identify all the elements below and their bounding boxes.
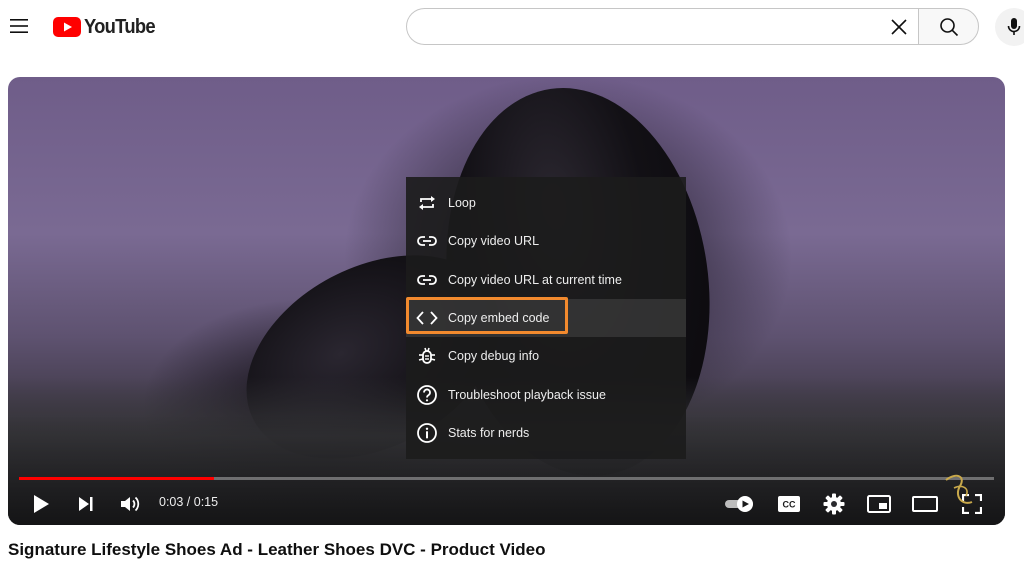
search-input[interactable] <box>423 9 877 46</box>
info-icon <box>416 422 438 444</box>
miniplayer-icon <box>867 495 891 513</box>
play-icon <box>34 495 49 513</box>
link-icon <box>416 230 438 252</box>
mute-button[interactable] <box>116 489 144 519</box>
channel-watermark-icon <box>945 474 973 504</box>
context-menu-item-loop[interactable]: Loop <box>406 184 686 222</box>
context-menu-item-copy-debug-info[interactable]: Copy debug info <box>406 337 686 375</box>
search-box[interactable] <box>406 8 918 46</box>
help-icon <box>416 384 438 406</box>
search-button[interactable] <box>918 8 979 45</box>
svg-text:CC: CC <box>783 500 796 510</box>
loop-icon <box>416 192 438 214</box>
youtube-play-logo-icon <box>53 17 81 37</box>
miniplayer-button[interactable] <box>864 489 894 519</box>
context-menu: Loop Copy video URL Copy video URL at cu… <box>406 177 686 459</box>
logo-text: YouTube <box>84 15 156 38</box>
context-menu-item-label: Loop <box>448 196 476 211</box>
time-display: 0:03 / 0:15 <box>159 495 219 509</box>
progress-bar[interactable] <box>19 477 994 480</box>
context-menu-item-troubleshoot-playback[interactable]: Troubleshoot playback issue <box>406 375 686 413</box>
microphone-icon <box>1007 18 1021 35</box>
context-menu-item-label: Stats for nerds <box>448 425 530 440</box>
settings-button[interactable] <box>820 489 848 519</box>
voice-search-button[interactable] <box>995 8 1024 46</box>
hamburger-menu-button[interactable] <box>4 11 34 41</box>
youtube-logo[interactable]: YouTube <box>53 15 161 39</box>
context-menu-item-label: Copy debug info <box>448 349 540 364</box>
context-menu-item-copy-video-url-at-time[interactable]: Copy video URL at current time <box>406 261 686 299</box>
gear-icon <box>823 493 845 515</box>
embed-code-icon <box>416 307 438 329</box>
link-icon <box>416 269 438 291</box>
closed-captions-icon: CC <box>778 496 800 512</box>
hamburger-menu-icon <box>10 19 28 33</box>
progress-bar-played <box>19 477 214 480</box>
context-menu-item-label: Troubleshoot playback issue <box>448 387 606 402</box>
autoplay-toggle-icon <box>725 496 753 512</box>
next-button[interactable] <box>73 489 99 519</box>
context-menu-item-copy-video-url[interactable]: Copy video URL <box>406 222 686 260</box>
close-icon <box>891 19 907 35</box>
context-menu-item-label: Copy embed code <box>448 311 550 326</box>
volume-icon <box>121 496 140 512</box>
clear-search-button[interactable] <box>886 14 912 40</box>
play-button[interactable] <box>28 489 54 519</box>
context-menu-item-label: Copy video URL <box>448 234 540 249</box>
context-menu-item-label: Copy video URL at current time <box>448 272 622 287</box>
search-icon <box>939 17 958 36</box>
bug-icon <box>416 345 438 367</box>
autoplay-toggle[interactable] <box>722 489 758 519</box>
video-title: Signature Lifestyle Shoes Ad - Leather S… <box>8 540 546 559</box>
subtitles-button[interactable]: CC <box>774 489 804 519</box>
theater-mode-icon <box>912 496 938 512</box>
skip-next-icon <box>79 497 93 511</box>
context-menu-item-copy-embed-code[interactable]: Copy embed code <box>406 298 686 338</box>
context-menu-item-stats-for-nerds[interactable]: Stats for nerds <box>406 414 686 452</box>
